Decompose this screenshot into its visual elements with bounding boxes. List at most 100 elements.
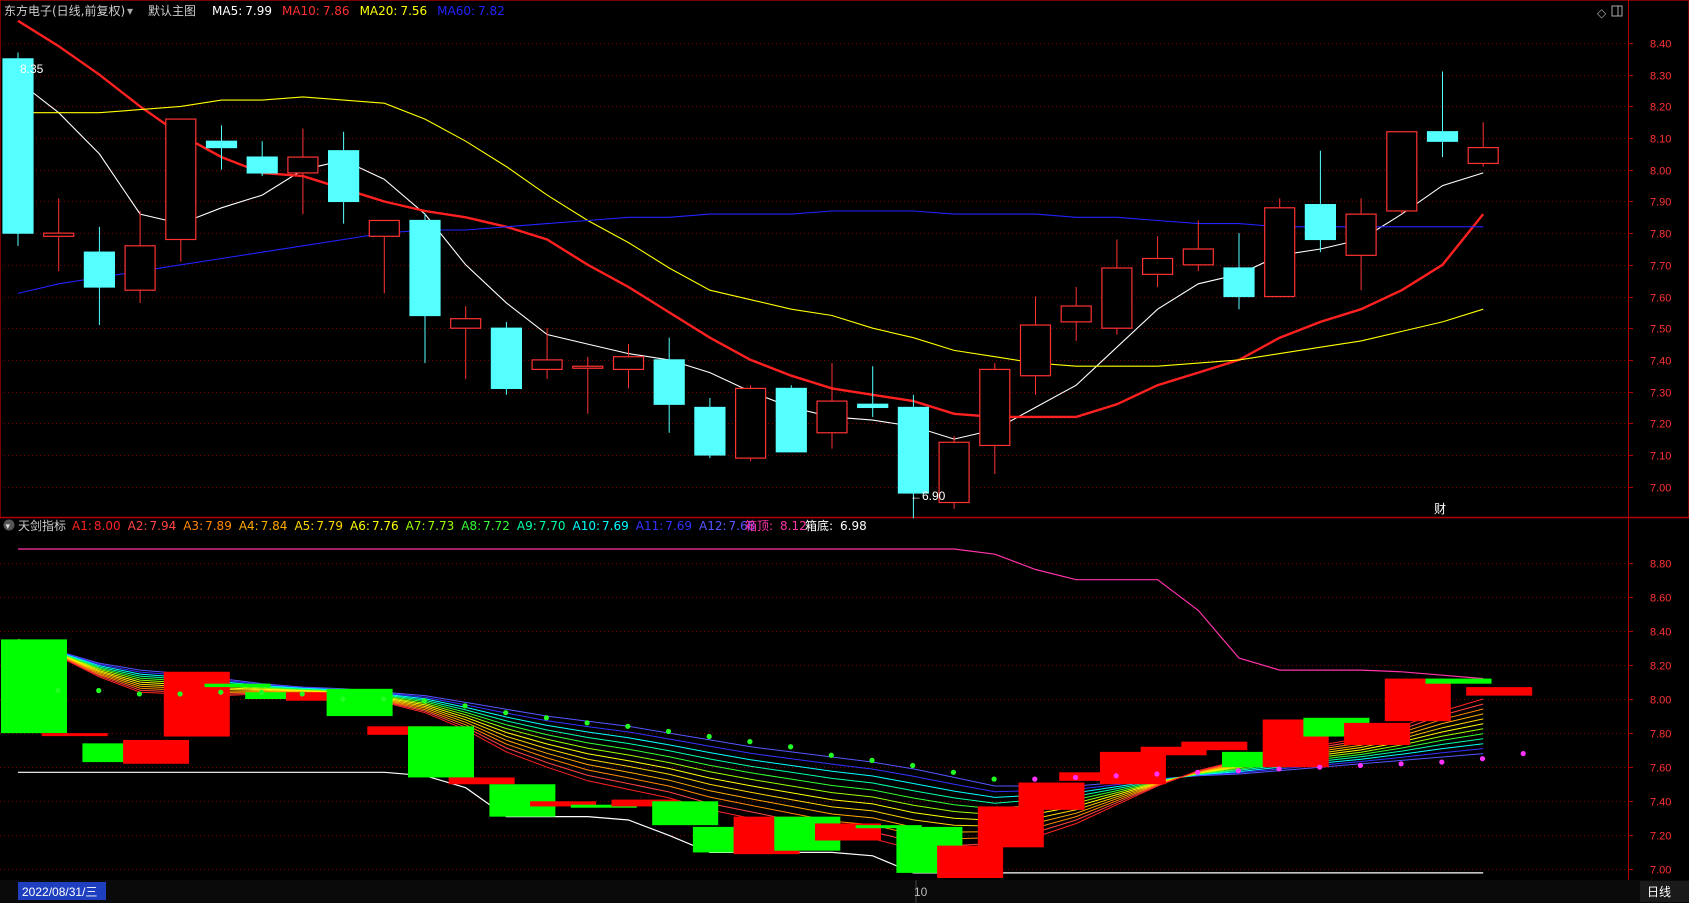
candle-body-up — [1345, 213, 1377, 256]
candle[interactable] — [775, 385, 807, 453]
collapse-chevron-icon[interactable]: ▾ — [6, 521, 11, 531]
signal-dot — [950, 769, 957, 775]
candle[interactable] — [1060, 287, 1092, 341]
indicator-tick-label: 7.20 — [1650, 831, 1671, 843]
box-top-value: 8.12 — [780, 519, 807, 533]
candle[interactable] — [1426, 71, 1459, 158]
candle[interactable] — [450, 306, 482, 379]
candle[interactable] — [1345, 198, 1377, 291]
indicator-legend-label: A10: — [572, 519, 600, 533]
candle-body-up — [43, 232, 75, 237]
candle-body-up — [1182, 248, 1214, 266]
indicator-box-up — [937, 845, 1004, 878]
candle-body-down — [409, 219, 441, 317]
indicator-legend-value: 7.76 — [372, 519, 399, 533]
period-label[interactable]: 日线 — [1647, 885, 1671, 899]
signal-dot — [55, 687, 61, 694]
window-icon[interactable] — [1611, 5, 1623, 17]
indicator-legend-value: 7.79 — [316, 519, 343, 533]
candle[interactable] — [1141, 236, 1174, 288]
main-tick-label: 7.30 — [1650, 388, 1671, 400]
indicator-legend-label: A6: — [350, 519, 370, 533]
candle[interactable] — [1304, 150, 1337, 253]
indicator-box-down — [326, 688, 393, 717]
candle[interactable] — [246, 141, 278, 177]
candle[interactable] — [572, 356, 604, 414]
signal-dot — [991, 776, 997, 782]
indicator-legend-label: A4: — [239, 519, 259, 533]
candle-body-down — [205, 140, 238, 149]
candle[interactable] — [979, 363, 1011, 474]
ma-legend-value: 7.99 — [245, 4, 272, 18]
candle[interactable] — [1264, 198, 1296, 298]
indicator-legend-value: 7.84 — [261, 519, 288, 533]
candle[interactable] — [734, 385, 767, 462]
candle[interactable] — [653, 337, 685, 433]
indicator-legend-value: 7.72 — [483, 519, 510, 533]
candle[interactable] — [490, 321, 522, 395]
ma-legend-label: MA60: — [437, 4, 475, 18]
candle[interactable] — [1101, 239, 1133, 335]
candle-body-up — [531, 359, 563, 371]
candle[interactable] — [694, 397, 726, 459]
stock-title[interactable]: 东方电子(日线,前复权) — [4, 3, 125, 18]
indicator-box-up — [1099, 751, 1166, 785]
signal-dot — [1072, 774, 1079, 781]
indicator-legend-label: A3: — [183, 519, 203, 533]
indicator-tick-label: 7.60 — [1650, 763, 1671, 775]
main-tick-label: 7.00 — [1650, 483, 1671, 495]
candle-body-down — [897, 406, 930, 494]
main-chart-name[interactable]: 默认主图 — [148, 3, 196, 18]
candle[interactable] — [1182, 220, 1214, 272]
indicator-legend-label: A11: — [636, 519, 664, 533]
candle[interactable] — [816, 363, 848, 449]
box-bottom-label: 箱底: — [805, 518, 833, 533]
signal-dot — [1113, 773, 1119, 779]
candle-body-down — [653, 359, 685, 405]
finance-marker[interactable]: 财 — [1434, 502, 1446, 516]
diamond-icon[interactable]: ◇ — [1597, 6, 1607, 20]
signal-dot — [706, 733, 712, 740]
main-chart — [2, 19, 1499, 519]
main-tick-label: 7.40 — [1650, 356, 1671, 368]
indicator-name[interactable]: 天剑指标 — [18, 518, 66, 533]
candle[interactable] — [124, 210, 156, 303]
ma-line-ma10 — [17, 19, 1485, 419]
chart-canvas[interactable]: 8.40 8.30 8.20 8.10 8.00 7.90 7.80 7.70 7.60 7.50… — [0, 0, 1689, 903]
main-tick-label: 8.10 — [1650, 134, 1671, 146]
month-marker: 10 — [914, 885, 928, 899]
candle-body-down — [694, 406, 726, 456]
candle[interactable] — [1467, 122, 1499, 167]
candle-body-down — [1304, 204, 1337, 241]
indicator-tick-label: 7.80 — [1650, 729, 1671, 741]
signal-dot — [1398, 761, 1404, 767]
ma-legend-value: 7.82 — [478, 4, 505, 18]
candle[interactable] — [1386, 131, 1418, 215]
candle[interactable] — [857, 366, 889, 417]
candle[interactable] — [409, 214, 441, 364]
indicator-tick-label: 7.40 — [1650, 797, 1671, 809]
candle[interactable] — [531, 328, 563, 379]
signal-dot — [1317, 764, 1323, 770]
signal-dot — [136, 691, 142, 697]
candle[interactable] — [2, 52, 34, 246]
candle[interactable] — [83, 226, 116, 326]
indicator-box-up — [1181, 741, 1248, 751]
candle-body-up — [165, 118, 197, 241]
main-tick-label: 8.40 — [1650, 39, 1671, 51]
candle[interactable] — [368, 219, 400, 294]
ma-line-ma60 — [17, 210, 1484, 294]
signal-dot — [503, 710, 509, 716]
candle[interactable] — [328, 131, 360, 224]
candle[interactable] — [1019, 296, 1052, 395]
candle[interactable] — [205, 125, 238, 170]
dropdown-icon[interactable]: ▾ — [127, 4, 133, 18]
indicator-band-a10 — [17, 638, 1484, 798]
signal-dot — [96, 687, 102, 694]
ma-legend-label: MA20: — [360, 4, 398, 18]
candle[interactable] — [165, 118, 197, 262]
indicator-box-up — [163, 671, 230, 737]
main-tick-label: 7.20 — [1650, 419, 1671, 431]
candle[interactable] — [43, 198, 75, 272]
signal-dot — [1479, 756, 1486, 762]
